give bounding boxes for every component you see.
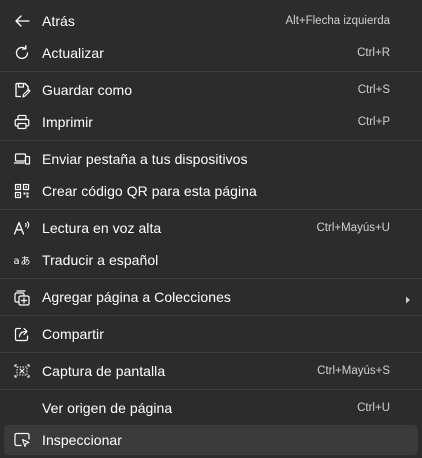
inspect-icon bbox=[12, 430, 32, 450]
save-as-icon bbox=[12, 80, 32, 100]
menu-item-label: Ver origen de página bbox=[42, 400, 173, 416]
menu-item-label: Inspeccionar bbox=[42, 432, 122, 448]
menu-item-add-to-collections[interactable]: Agregar página a Colecciones bbox=[4, 282, 418, 312]
qr-code-icon bbox=[12, 181, 32, 201]
menu-item-qr-code[interactable]: Crear código QR para esta página bbox=[4, 176, 418, 206]
share-icon bbox=[12, 324, 32, 344]
menu-item-label: Actualizar bbox=[42, 45, 104, 61]
menu-item-save-as[interactable]: Guardar como Ctrl+S bbox=[4, 75, 418, 105]
refresh-icon bbox=[12, 43, 32, 63]
menu-item-label: Atrás bbox=[42, 13, 75, 29]
menu-item-label: Enviar pestaña a tus dispositivos bbox=[42, 151, 248, 167]
screenshot-icon bbox=[12, 361, 32, 381]
send-to-devices-icon bbox=[12, 149, 32, 169]
menu-separator bbox=[0, 278, 422, 279]
menu-item-send-tab[interactable]: Enviar pestaña a tus dispositivos bbox=[4, 144, 418, 174]
menu-separator bbox=[0, 352, 422, 353]
menu-item-screenshot[interactable]: Captura de pantalla Ctrl+Mayús+S bbox=[4, 356, 418, 386]
menu-item-shortcut: Ctrl+U bbox=[357, 402, 390, 414]
menu-separator bbox=[0, 71, 422, 72]
menu-item-label: Guardar como bbox=[42, 82, 133, 98]
svg-text:あ: あ bbox=[21, 256, 31, 268]
menu-item-label: Crear código QR para esta página bbox=[42, 183, 257, 199]
menu-separator bbox=[0, 140, 422, 141]
menu-item-share[interactable]: Compartir bbox=[4, 319, 418, 349]
menu-item-refresh[interactable]: Actualizar Ctrl+R bbox=[4, 38, 418, 68]
menu-item-back[interactable]: Atrás Alt+Flecha izquierda bbox=[4, 6, 418, 36]
menu-separator bbox=[0, 389, 422, 390]
menu-item-label: Compartir bbox=[42, 326, 104, 342]
menu-separator bbox=[0, 209, 422, 210]
back-arrow-icon bbox=[12, 11, 32, 31]
read-aloud-icon bbox=[12, 218, 32, 238]
collections-icon bbox=[12, 287, 32, 307]
menu-item-shortcut: Ctrl+Mayús+S bbox=[317, 365, 390, 377]
menu-item-inspect[interactable]: Inspeccionar bbox=[4, 425, 418, 455]
menu-item-print[interactable]: Imprimir Ctrl+P bbox=[4, 107, 418, 137]
menu-item-read-aloud[interactable]: Lectura en voz alta Ctrl+Mayús+U bbox=[4, 213, 418, 243]
menu-separator bbox=[0, 315, 422, 316]
menu-item-shortcut: Ctrl+S bbox=[357, 84, 390, 96]
menu-item-label: Traducir a español bbox=[42, 252, 159, 268]
menu-item-view-source[interactable]: Ver origen de página Ctrl+U bbox=[4, 393, 418, 423]
menu-item-shortcut: Ctrl+P bbox=[357, 116, 390, 128]
menu-item-shortcut: Ctrl+R bbox=[357, 47, 390, 59]
menu-item-label: Imprimir bbox=[42, 114, 93, 130]
menu-item-translate[interactable]: aあ Traducir a español bbox=[4, 245, 418, 275]
menu-item-label: Lectura en voz alta bbox=[42, 220, 162, 236]
menu-item-shortcut: Ctrl+Mayús+U bbox=[316, 222, 391, 234]
menu-item-shortcut: Alt+Flecha izquierda bbox=[285, 15, 390, 27]
menu-item-label: Captura de pantalla bbox=[42, 363, 166, 379]
printer-icon bbox=[12, 112, 32, 132]
menu-item-label: Agregar página a Colecciones bbox=[42, 289, 231, 305]
svg-text:a: a bbox=[14, 256, 20, 267]
chevron-right-icon bbox=[404, 292, 412, 304]
translate-icon: aあ bbox=[12, 250, 32, 270]
context-menu: Atrás Alt+Flecha izquierda Actualizar Ct… bbox=[0, 0, 422, 458]
